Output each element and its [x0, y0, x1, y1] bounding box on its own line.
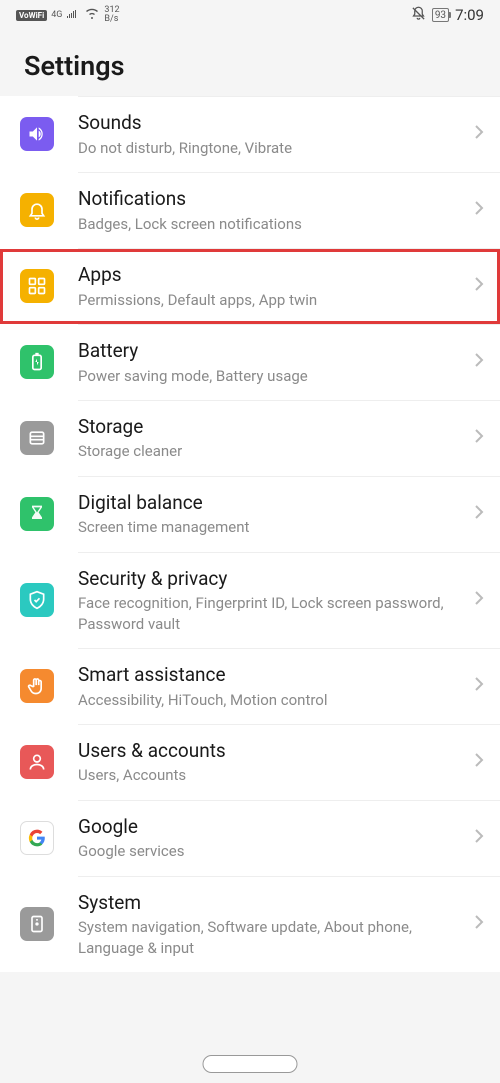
- battery-icon: [20, 345, 54, 379]
- settings-item-apps[interactable]: AppsPermissions, Default apps, App twin: [0, 249, 500, 324]
- chevron-right-icon: [474, 428, 484, 448]
- item-text: BatteryPower saving mode, Battery usage: [78, 339, 466, 386]
- vowifi-icon: VoWiFi: [16, 10, 47, 21]
- chevron-right-icon: [474, 676, 484, 696]
- item-subtitle: Power saving mode, Battery usage: [78, 366, 466, 386]
- settings-item-users[interactable]: Users & accountsUsers, Accounts: [0, 725, 500, 800]
- item-text: NotificationsBadges, Lock screen notific…: [78, 187, 466, 234]
- item-subtitle: Screen time management: [78, 517, 466, 537]
- settings-item-sounds[interactable]: SoundsDo not disturb, Ringtone, Vibrate: [0, 97, 500, 172]
- battery-icon: 93: [432, 8, 449, 22]
- item-title: Digital balance: [78, 491, 466, 516]
- item-subtitle: Badges, Lock screen notifications: [78, 214, 466, 234]
- item-subtitle: Do not disturb, Ringtone, Vibrate: [78, 138, 466, 158]
- item-title: System: [78, 891, 466, 916]
- item-subtitle: Face recognition, Fingerprint ID, Lock s…: [78, 593, 466, 634]
- item-title: Users & accounts: [78, 739, 466, 764]
- item-title: Sounds: [78, 111, 466, 136]
- chevron-right-icon: [474, 124, 484, 144]
- item-text: Users & accountsUsers, Accounts: [78, 739, 466, 786]
- user-icon: [20, 745, 54, 779]
- item-title: Google: [78, 815, 466, 840]
- item-title: Storage: [78, 415, 466, 440]
- item-subtitle: System navigation, Software update, Abou…: [78, 917, 466, 958]
- settings-item-notifications[interactable]: NotificationsBadges, Lock screen notific…: [0, 173, 500, 248]
- settings-item-digital[interactable]: Digital balanceScreen time management: [0, 477, 500, 552]
- item-title: Notifications: [78, 187, 466, 212]
- shield-icon: [20, 583, 54, 617]
- chevron-right-icon: [474, 504, 484, 524]
- item-text: Security & privacyFace recognition, Fing…: [78, 567, 466, 634]
- item-text: SystemSystem navigation, Software update…: [78, 891, 466, 958]
- settings-list: SoundsDo not disturb, Ringtone, Vibrate N…: [0, 96, 500, 972]
- item-subtitle: Accessibility, HiTouch, Motion control: [78, 690, 466, 710]
- item-subtitle: Storage cleaner: [78, 441, 466, 461]
- signal-icon: [66, 8, 80, 23]
- network-type: 4G: [51, 11, 62, 20]
- item-title: Security & privacy: [78, 567, 466, 592]
- google-icon: [20, 821, 54, 855]
- grid-icon: [20, 269, 54, 303]
- item-subtitle: Users, Accounts: [78, 765, 466, 785]
- settings-item-google[interactable]: GoogleGoogle services: [0, 801, 500, 876]
- chevron-right-icon: [474, 590, 484, 610]
- chevron-right-icon: [474, 914, 484, 934]
- status-bar: VoWiFi 4G 312 B/s 93 7:09: [0, 0, 500, 30]
- settings-item-security[interactable]: Security & privacyFace recognition, Fing…: [0, 553, 500, 648]
- item-text: Smart assistanceAccessibility, HiTouch, …: [78, 663, 466, 710]
- page-title: Settings: [24, 50, 476, 82]
- chevron-right-icon: [474, 752, 484, 772]
- item-text: StorageStorage cleaner: [78, 415, 466, 462]
- item-title: Smart assistance: [78, 663, 466, 688]
- hourglass-icon: [20, 497, 54, 531]
- chevron-right-icon: [474, 352, 484, 372]
- status-left: VoWiFi 4G 312 B/s: [16, 6, 120, 24]
- status-right: 93 7:09: [411, 6, 484, 25]
- item-text: GoogleGoogle services: [78, 815, 466, 862]
- clock: 7:09: [455, 6, 484, 24]
- wifi-icon: [84, 7, 100, 23]
- item-title: Apps: [78, 263, 466, 288]
- settings-item-smart[interactable]: Smart assistanceAccessibility, HiTouch, …: [0, 649, 500, 724]
- system-icon: [20, 907, 54, 941]
- hand-icon: [20, 669, 54, 703]
- mute-icon: [411, 6, 426, 25]
- item-text: AppsPermissions, Default apps, App twin: [78, 263, 466, 310]
- header: Settings: [0, 30, 500, 96]
- storage-icon: [20, 421, 54, 455]
- nav-pill[interactable]: [203, 1055, 298, 1073]
- chevron-right-icon: [474, 828, 484, 848]
- settings-item-system[interactable]: SystemSystem navigation, Software update…: [0, 877, 500, 972]
- chevron-right-icon: [474, 200, 484, 220]
- item-title: Battery: [78, 339, 466, 364]
- sound-icon: [20, 117, 54, 151]
- item-subtitle: Google services: [78, 841, 466, 861]
- item-text: SoundsDo not disturb, Ringtone, Vibrate: [78, 111, 466, 158]
- chevron-right-icon: [474, 276, 484, 296]
- bell-icon: [20, 193, 54, 227]
- item-text: Digital balanceScreen time management: [78, 491, 466, 538]
- settings-item-storage[interactable]: StorageStorage cleaner: [0, 401, 500, 476]
- data-unit: B/s: [104, 14, 118, 24]
- item-subtitle: Permissions, Default apps, App twin: [78, 290, 466, 310]
- settings-item-battery[interactable]: BatteryPower saving mode, Battery usage: [0, 325, 500, 400]
